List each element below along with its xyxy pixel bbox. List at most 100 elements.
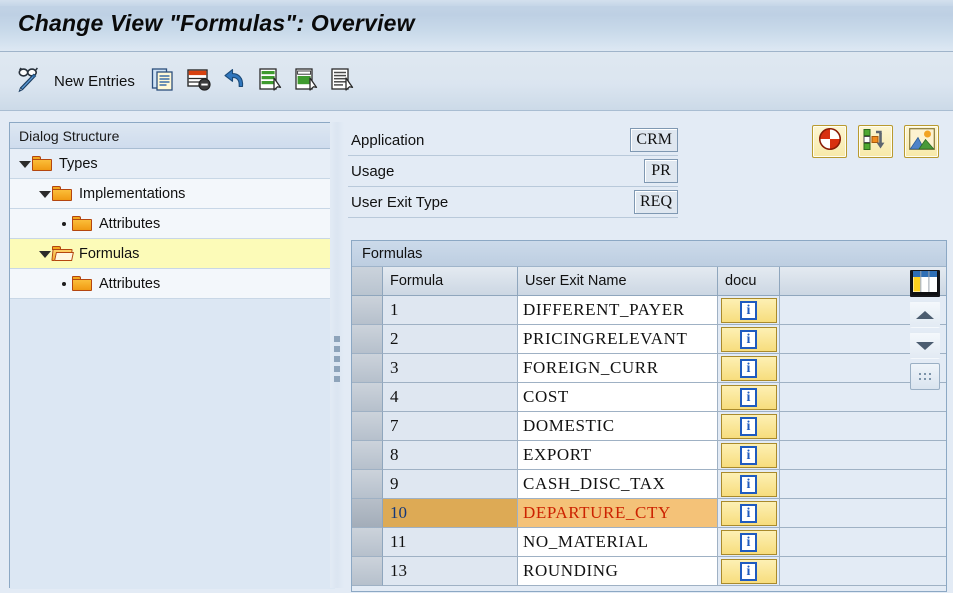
expander-collapse-icon[interactable] (38, 247, 51, 260)
cell-formula[interactable]: 2 (383, 325, 518, 354)
tree-item-label: Attributes (99, 275, 161, 292)
column-config-icon (913, 270, 937, 297)
cell-docu: i (718, 325, 780, 354)
info-icon: i (740, 503, 757, 523)
table-row[interactable]: 4 COST i (352, 383, 946, 412)
cell-user-exit-name[interactable]: DEPARTURE_CTY (518, 499, 718, 528)
cell-user-exit-name[interactable]: CASH_DISC_TAX (518, 470, 718, 499)
table-row[interactable]: 10 DEPARTURE_CTY i (352, 499, 946, 528)
tree-item-formulas-3[interactable]: Formulas (10, 239, 335, 269)
splitter-grip-icon (334, 336, 340, 386)
cell-docu: i (718, 528, 780, 557)
cell-filler (780, 557, 946, 586)
expander-collapse-icon[interactable] (18, 157, 31, 170)
main-content: Dialog Structure Types Implementations Att… (0, 111, 953, 593)
documentation-button[interactable]: i (720, 355, 777, 381)
copy-as-button[interactable] (145, 62, 181, 102)
select-block-button[interactable] (289, 62, 325, 102)
grid-resize-handle[interactable] (910, 363, 940, 390)
cell-user-exit-name[interactable]: EXPORT (518, 441, 718, 470)
delete-row-button[interactable] (181, 62, 217, 102)
cell-formula[interactable]: 3 (383, 354, 518, 383)
table-row[interactable]: 9 CASH_DISC_TAX i (352, 470, 946, 499)
column-header-formula[interactable]: Formula (383, 267, 518, 295)
form-value-user-exit-type[interactable]: REQ (634, 190, 678, 214)
documentation-button[interactable]: i (720, 529, 777, 555)
documentation-button[interactable]: i (720, 442, 777, 468)
info-icon: i (740, 474, 757, 494)
documentation-button[interactable]: i (720, 413, 777, 439)
row-selector-button[interactable] (352, 412, 383, 441)
documentation-button[interactable]: i (720, 558, 777, 584)
documentation-button[interactable]: i (720, 326, 777, 352)
cell-formula[interactable]: 7 (383, 412, 518, 441)
tree-item-attributes-4[interactable]: Attributes (10, 269, 335, 299)
cell-filler (780, 499, 946, 528)
row-selector-button[interactable] (352, 383, 383, 412)
structure-arrow-button[interactable] (858, 125, 893, 158)
table-row[interactable]: 8 EXPORT i (352, 441, 946, 470)
cell-formula[interactable]: 11 (383, 528, 518, 557)
info-icon: i (740, 387, 757, 407)
scroll-down-button[interactable] (910, 332, 940, 359)
form-value-application[interactable]: CRM (630, 128, 678, 152)
panel-splitter[interactable] (330, 122, 344, 588)
grid-header-row: Formula User Exit Name docu (352, 267, 946, 296)
tree-leaf-bullet-icon (58, 277, 71, 290)
scroll-down-icon (916, 341, 934, 350)
form-value-usage[interactable]: PR (644, 159, 678, 183)
row-selector-button[interactable] (352, 354, 383, 383)
new-entries-label[interactable]: New Entries (48, 73, 145, 90)
tree-item-types-0[interactable]: Types (10, 149, 335, 179)
dialog-structure-tree: Types Implementations Attributes Formulas At… (10, 149, 335, 589)
table-row[interactable]: 2 PRICINGRELEVANT i (352, 325, 946, 354)
cell-docu: i (718, 412, 780, 441)
variant-pinwheel-icon (818, 127, 842, 156)
cell-user-exit-name[interactable]: COST (518, 383, 718, 412)
documentation-button[interactable]: i (720, 384, 777, 410)
cell-formula[interactable]: 8 (383, 441, 518, 470)
cell-user-exit-name[interactable]: ROUNDING (518, 557, 718, 586)
expander-collapse-icon[interactable] (38, 187, 51, 200)
copy-as-icon (149, 65, 177, 98)
documentation-button[interactable]: i (720, 500, 777, 526)
tree-item-implementations-1[interactable]: Implementations (10, 179, 335, 209)
column-header-user-exit-name[interactable]: User Exit Name (518, 267, 718, 295)
deselect-all-button[interactable] (325, 62, 361, 102)
landscape-image-button[interactable] (904, 125, 939, 158)
row-selector-button[interactable] (352, 470, 383, 499)
cell-formula[interactable]: 9 (383, 470, 518, 499)
cell-user-exit-name[interactable]: FOREIGN_CURR (518, 354, 718, 383)
table-row[interactable]: 11 NO_MATERIAL i (352, 528, 946, 557)
cell-user-exit-name[interactable]: NO_MATERIAL (518, 528, 718, 557)
row-selector-button[interactable] (352, 296, 383, 325)
undo-button[interactable] (217, 62, 253, 102)
row-selector-button[interactable] (352, 557, 383, 586)
row-selector-button[interactable] (352, 441, 383, 470)
cell-formula[interactable]: 10 (383, 499, 518, 528)
cell-formula[interactable]: 4 (383, 383, 518, 412)
row-selector-button[interactable] (352, 528, 383, 557)
tree-item-attributes-2[interactable]: Attributes (10, 209, 335, 239)
scroll-up-button[interactable] (910, 301, 940, 328)
column-header-docu[interactable]: docu (718, 267, 780, 295)
cell-formula[interactable]: 13 (383, 557, 518, 586)
table-row[interactable]: 3 FOREIGN_CURR i (352, 354, 946, 383)
table-row[interactable]: 13 ROUNDING i (352, 557, 946, 586)
tree-leaf-bullet-icon (58, 217, 71, 230)
table-row[interactable]: 1 DIFFERENT_PAYER i (352, 296, 946, 325)
cell-user-exit-name[interactable]: DIFFERENT_PAYER (518, 296, 718, 325)
row-selector-button[interactable] (352, 499, 383, 528)
documentation-button[interactable]: i (720, 471, 777, 497)
cell-user-exit-name[interactable]: PRICINGRELEVANT (518, 325, 718, 354)
table-row[interactable]: 7 DOMESTIC i (352, 412, 946, 441)
cell-user-exit-name[interactable]: DOMESTIC (518, 412, 718, 441)
cell-filler (780, 470, 946, 499)
cell-formula[interactable]: 1 (383, 296, 518, 325)
column-config-button[interactable] (910, 270, 940, 297)
select-all-button[interactable] (253, 62, 289, 102)
display-change-button[interactable] (10, 62, 48, 102)
row-selector-button[interactable] (352, 325, 383, 354)
variant-pinwheel-button[interactable] (812, 125, 847, 158)
documentation-button[interactable]: i (720, 297, 777, 323)
